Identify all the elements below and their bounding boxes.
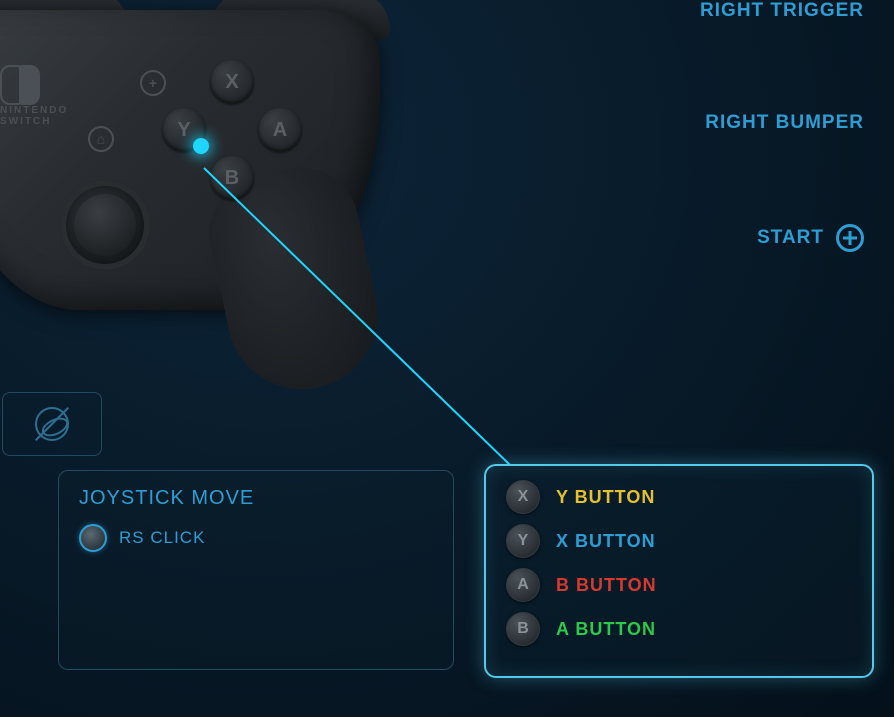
rs-click-row[interactable]: RS CLICK: [79, 524, 433, 552]
mapping-label: B BUTTON: [556, 575, 657, 596]
controller-home-button: ⌂: [88, 126, 114, 152]
joystick-title: JOYSTICK MOVE: [79, 487, 433, 510]
mapping-row[interactable]: X Y BUTTON: [506, 480, 852, 514]
rs-click-icon: [79, 524, 107, 552]
mapping-row[interactable]: A B BUTTON: [506, 568, 852, 602]
rs-click-label: RS CLICK: [119, 528, 205, 548]
start-row[interactable]: START: [700, 224, 864, 252]
controller-plus-button: +: [140, 70, 166, 96]
callout-origin-dot: [193, 138, 209, 154]
controller-image: NINTENDO SWITCH + ⌂ X Y A B: [0, 0, 400, 380]
mapping-row[interactable]: Y X BUTTON: [506, 524, 852, 558]
mapping-label: X BUTTON: [556, 531, 656, 552]
mapping-badge-icon: B: [506, 612, 540, 646]
gyro-panel[interactable]: [2, 392, 102, 456]
face-button-mapping-panel[interactable]: X Y BUTTON Y X BUTTON A B BUTTON B A BUT…: [484, 464, 874, 678]
plus-icon: [836, 224, 864, 252]
mapping-badge-icon: X: [506, 480, 540, 514]
joystick-panel[interactable]: JOYSTICK MOVE RS CLICK: [58, 470, 454, 670]
controller-b-button[interactable]: B: [210, 156, 254, 200]
right-trigger-label[interactable]: RIGHT TRIGGER: [700, 0, 864, 22]
nintendo-switch-logo: NINTENDO SWITCH: [0, 65, 68, 127]
mapping-label: Y BUTTON: [556, 487, 655, 508]
controller-a-button[interactable]: A: [258, 108, 302, 152]
mapping-row[interactable]: B A BUTTON: [506, 612, 852, 646]
mapping-label: A BUTTON: [556, 619, 656, 640]
mapping-badge-icon: A: [506, 568, 540, 602]
mapping-badge-icon: Y: [506, 524, 540, 558]
controller-x-button[interactable]: X: [210, 60, 254, 104]
start-label: START: [757, 227, 824, 249]
controller-right-stick[interactable]: [60, 180, 150, 270]
right-bumper-label[interactable]: RIGHT BUMPER: [700, 112, 864, 134]
